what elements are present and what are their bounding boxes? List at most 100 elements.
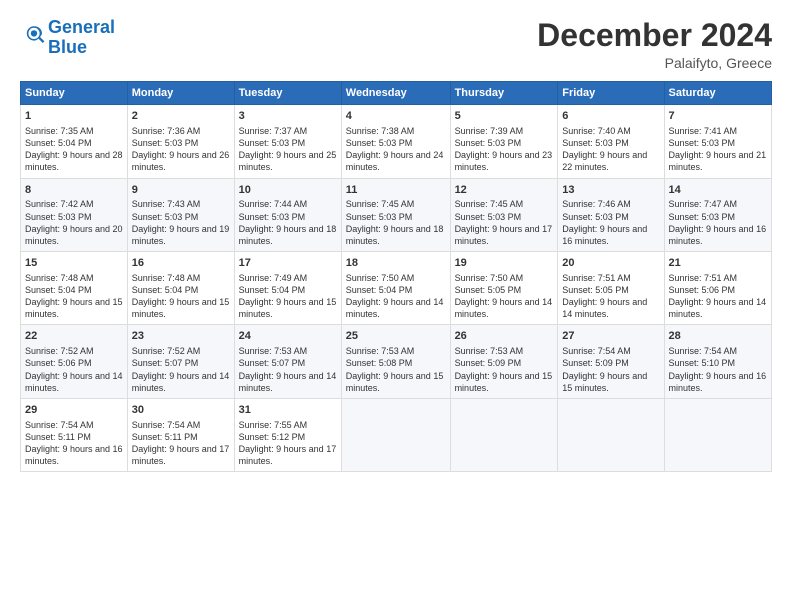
day-number: 31 [239,403,337,418]
day-number: 25 [346,329,446,344]
day-number: 19 [455,256,554,271]
day-number: 7 [669,109,767,124]
day-info: Sunrise: 7:47 AMSunset: 5:03 PMDaylight:… [669,198,767,247]
day-number: 23 [132,329,230,344]
calendar-cell: 7Sunrise: 7:41 AMSunset: 5:03 PMDaylight… [664,105,771,178]
calendar-cell: 16Sunrise: 7:48 AMSunset: 5:04 PMDayligh… [127,252,234,325]
day-number: 6 [562,109,659,124]
day-info: Sunrise: 7:49 AMSunset: 5:04 PMDaylight:… [239,272,337,321]
calendar-cell [558,398,664,471]
calendar-cell: 20Sunrise: 7:51 AMSunset: 5:05 PMDayligh… [558,252,664,325]
day-info: Sunrise: 7:48 AMSunset: 5:04 PMDaylight:… [25,272,123,321]
day-number: 8 [25,183,123,198]
calendar-cell: 8Sunrise: 7:42 AMSunset: 5:03 PMDaylight… [21,178,128,251]
day-number: 14 [669,183,767,198]
day-info: Sunrise: 7:37 AMSunset: 5:03 PMDaylight:… [239,125,337,174]
day-number: 17 [239,256,337,271]
calendar-cell: 4Sunrise: 7:38 AMSunset: 5:03 PMDaylight… [341,105,450,178]
day-info: Sunrise: 7:53 AMSunset: 5:07 PMDaylight:… [239,345,337,394]
location-subtitle: Palaifyto, Greece [537,55,772,71]
calendar-cell: 31Sunrise: 7:55 AMSunset: 5:12 PMDayligh… [234,398,341,471]
calendar-cell: 10Sunrise: 7:44 AMSunset: 5:03 PMDayligh… [234,178,341,251]
day-info: Sunrise: 7:54 AMSunset: 5:11 PMDaylight:… [132,419,230,468]
day-number: 29 [25,403,123,418]
day-number: 4 [346,109,446,124]
calendar-cell: 28Sunrise: 7:54 AMSunset: 5:10 PMDayligh… [664,325,771,398]
day-info: Sunrise: 7:40 AMSunset: 5:03 PMDaylight:… [562,125,659,174]
month-title: December 2024 [537,18,772,53]
day-info: Sunrise: 7:54 AMSunset: 5:10 PMDaylight:… [669,345,767,394]
day-number: 12 [455,183,554,198]
calendar-cell [341,398,450,471]
calendar-cell: 2Sunrise: 7:36 AMSunset: 5:03 PMDaylight… [127,105,234,178]
day-info: Sunrise: 7:54 AMSunset: 5:11 PMDaylight:… [25,419,123,468]
day-number: 20 [562,256,659,271]
day-number: 27 [562,329,659,344]
title-block: December 2024 Palaifyto, Greece [537,18,772,71]
day-number: 10 [239,183,337,198]
day-info: Sunrise: 7:45 AMSunset: 5:03 PMDaylight:… [455,198,554,247]
calendar-cell: 17Sunrise: 7:49 AMSunset: 5:04 PMDayligh… [234,252,341,325]
calendar-cell: 12Sunrise: 7:45 AMSunset: 5:03 PMDayligh… [450,178,558,251]
calendar-cell: 26Sunrise: 7:53 AMSunset: 5:09 PMDayligh… [450,325,558,398]
day-number: 15 [25,256,123,271]
day-number: 30 [132,403,230,418]
calendar-cell: 23Sunrise: 7:52 AMSunset: 5:07 PMDayligh… [127,325,234,398]
day-info: Sunrise: 7:43 AMSunset: 5:03 PMDaylight:… [132,198,230,247]
day-info: Sunrise: 7:48 AMSunset: 5:04 PMDaylight:… [132,272,230,321]
day-info: Sunrise: 7:35 AMSunset: 5:04 PMDaylight:… [25,125,123,174]
calendar-cell: 15Sunrise: 7:48 AMSunset: 5:04 PMDayligh… [21,252,128,325]
calendar-cell: 9Sunrise: 7:43 AMSunset: 5:03 PMDaylight… [127,178,234,251]
day-info: Sunrise: 7:46 AMSunset: 5:03 PMDaylight:… [562,198,659,247]
calendar-cell: 13Sunrise: 7:46 AMSunset: 5:03 PMDayligh… [558,178,664,251]
calendar-cell: 25Sunrise: 7:53 AMSunset: 5:08 PMDayligh… [341,325,450,398]
day-info: Sunrise: 7:52 AMSunset: 5:06 PMDaylight:… [25,345,123,394]
calendar-cell: 3Sunrise: 7:37 AMSunset: 5:03 PMDaylight… [234,105,341,178]
day-number: 3 [239,109,337,124]
weekday-header-cell: Saturday [664,82,771,105]
weekday-header-cell: Thursday [450,82,558,105]
logo-icon [22,23,46,47]
day-info: Sunrise: 7:38 AMSunset: 5:03 PMDaylight:… [346,125,446,174]
day-info: Sunrise: 7:41 AMSunset: 5:03 PMDaylight:… [669,125,767,174]
calendar-cell: 19Sunrise: 7:50 AMSunset: 5:05 PMDayligh… [450,252,558,325]
day-info: Sunrise: 7:45 AMSunset: 5:03 PMDaylight:… [346,198,446,247]
day-number: 16 [132,256,230,271]
calendar-cell: 1Sunrise: 7:35 AMSunset: 5:04 PMDaylight… [21,105,128,178]
day-info: Sunrise: 7:53 AMSunset: 5:09 PMDaylight:… [455,345,554,394]
calendar-cell: 22Sunrise: 7:52 AMSunset: 5:06 PMDayligh… [21,325,128,398]
day-number: 18 [346,256,446,271]
day-info: Sunrise: 7:51 AMSunset: 5:05 PMDaylight:… [562,272,659,321]
day-info: Sunrise: 7:53 AMSunset: 5:08 PMDaylight:… [346,345,446,394]
calendar-cell [450,398,558,471]
weekday-header-cell: Tuesday [234,82,341,105]
weekday-header-cell: Friday [558,82,664,105]
day-info: Sunrise: 7:54 AMSunset: 5:09 PMDaylight:… [562,345,659,394]
calendar-cell: 5Sunrise: 7:39 AMSunset: 5:03 PMDaylight… [450,105,558,178]
header: GeneralBlue December 2024 Palaifyto, Gre… [20,18,772,71]
page: GeneralBlue December 2024 Palaifyto, Gre… [0,0,792,612]
calendar-cell [664,398,771,471]
calendar-cell: 30Sunrise: 7:54 AMSunset: 5:11 PMDayligh… [127,398,234,471]
day-info: Sunrise: 7:39 AMSunset: 5:03 PMDaylight:… [455,125,554,174]
day-number: 2 [132,109,230,124]
day-number: 9 [132,183,230,198]
logo: GeneralBlue [20,18,115,58]
weekday-header-cell: Sunday [21,82,128,105]
day-number: 26 [455,329,554,344]
day-info: Sunrise: 7:36 AMSunset: 5:03 PMDaylight:… [132,125,230,174]
calendar-cell: 11Sunrise: 7:45 AMSunset: 5:03 PMDayligh… [341,178,450,251]
day-info: Sunrise: 7:55 AMSunset: 5:12 PMDaylight:… [239,419,337,468]
day-info: Sunrise: 7:51 AMSunset: 5:06 PMDaylight:… [669,272,767,321]
calendar: SundayMondayTuesdayWednesdayThursdayFrid… [20,81,772,472]
calendar-cell: 29Sunrise: 7:54 AMSunset: 5:11 PMDayligh… [21,398,128,471]
calendar-cell: 27Sunrise: 7:54 AMSunset: 5:09 PMDayligh… [558,325,664,398]
day-info: Sunrise: 7:42 AMSunset: 5:03 PMDaylight:… [25,198,123,247]
day-number: 21 [669,256,767,271]
day-info: Sunrise: 7:50 AMSunset: 5:05 PMDaylight:… [455,272,554,321]
day-number: 22 [25,329,123,344]
day-info: Sunrise: 7:44 AMSunset: 5:03 PMDaylight:… [239,198,337,247]
calendar-cell: 18Sunrise: 7:50 AMSunset: 5:04 PMDayligh… [341,252,450,325]
day-number: 5 [455,109,554,124]
logo-text: GeneralBlue [48,18,115,58]
